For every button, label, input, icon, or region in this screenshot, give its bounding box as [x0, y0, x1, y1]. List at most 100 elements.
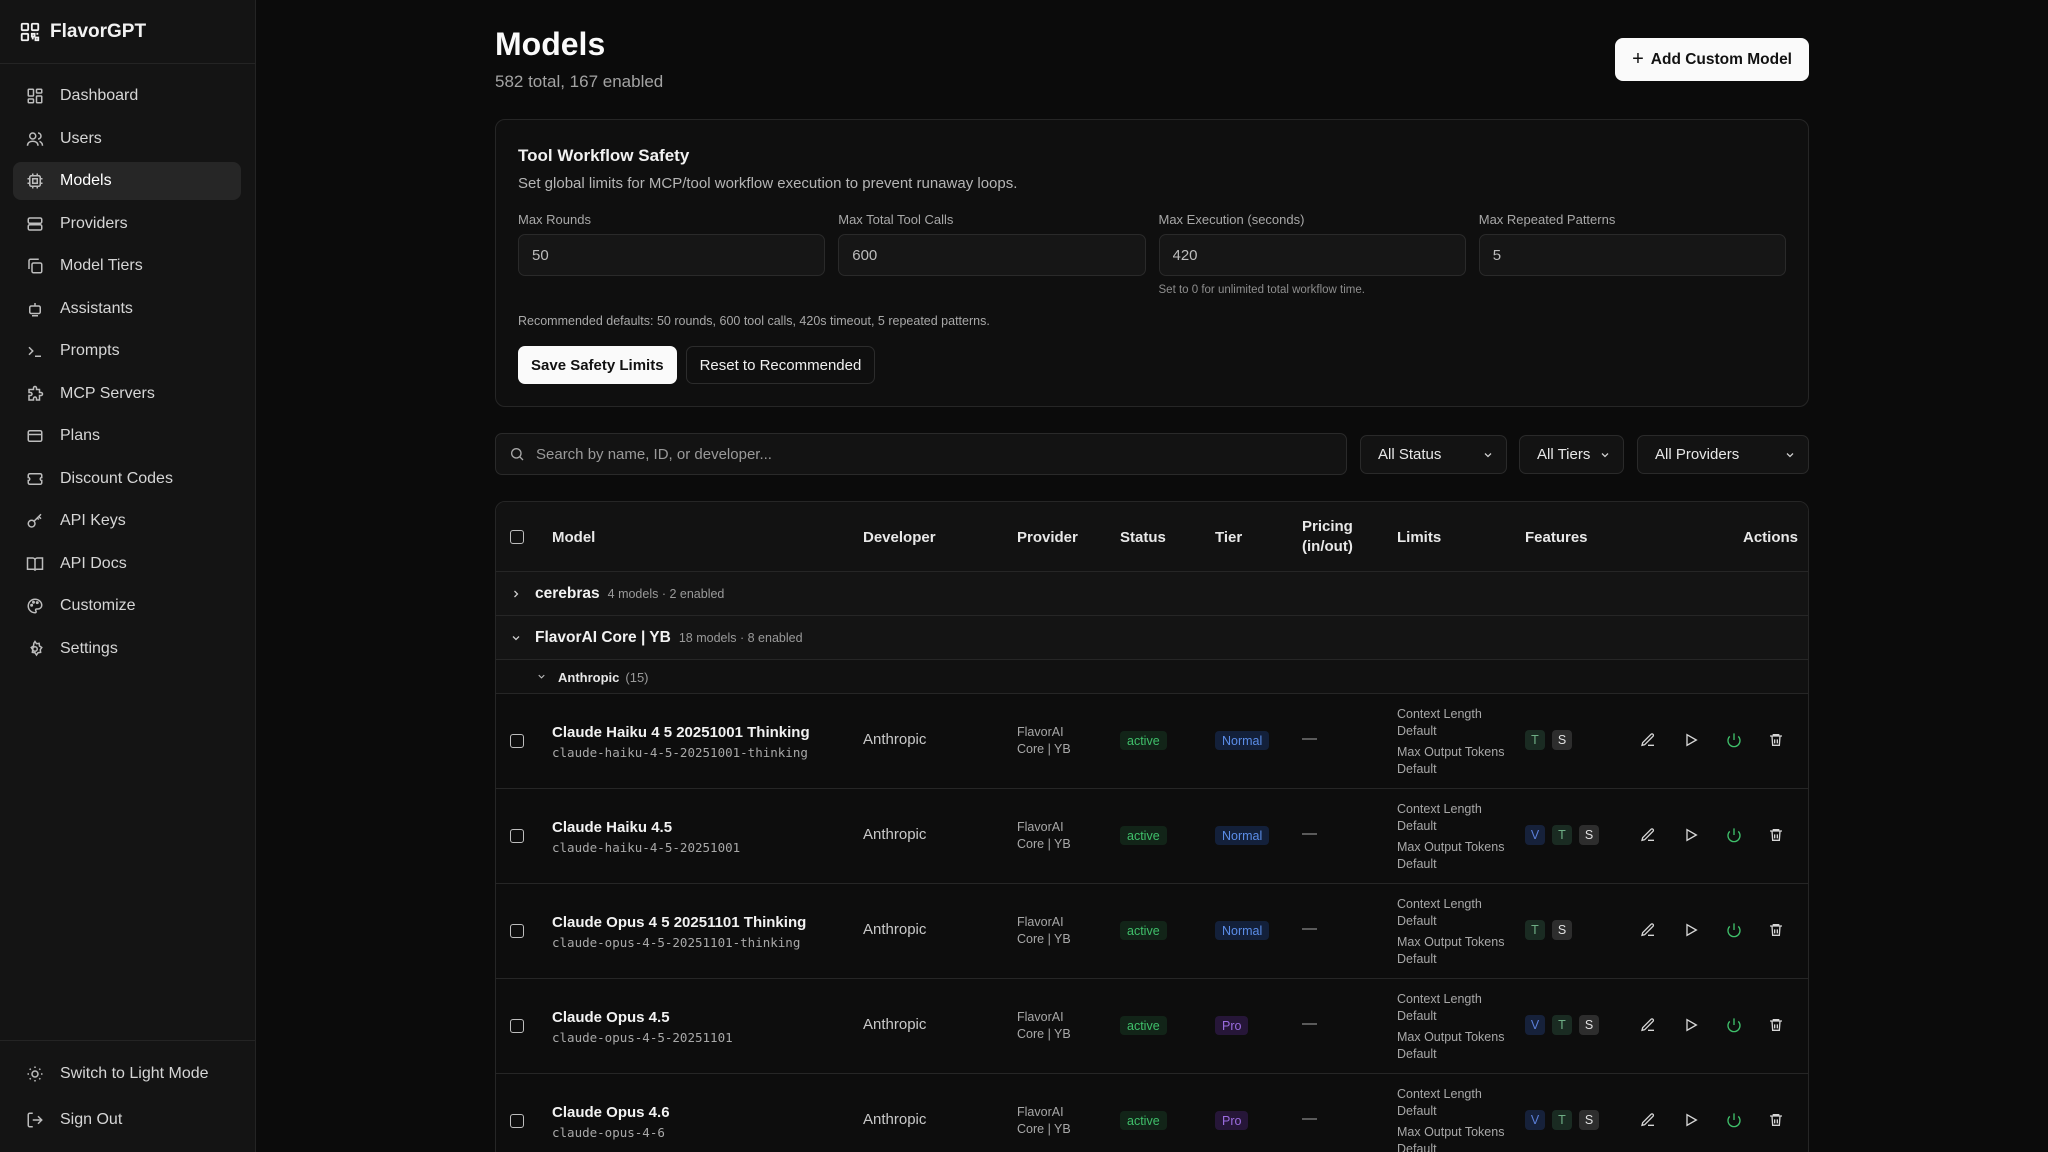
col-pricing[interactable]: Pricing (in/out): [1302, 502, 1372, 572]
play-icon[interactable]: [1683, 1017, 1699, 1033]
max-execution-hint: Set to 0 for unlimited total workflow ti…: [1158, 284, 1365, 296]
chevron-down-icon: [1601, 452, 1609, 457]
sidebar-item-assistants[interactable]: Assistants: [13, 290, 241, 328]
model-pricing: —: [1302, 730, 1317, 747]
model-id: claude-haiku-4-5-20251001-thinking: [552, 745, 808, 760]
max-output-limit: Max Output Tokens Default: [1397, 1030, 1505, 1061]
safety-title: Tool Workflow Safety: [518, 146, 690, 165]
max-repeated-input[interactable]: [1478, 234, 1786, 276]
power-icon[interactable]: [1726, 827, 1742, 843]
reset-recommended-button[interactable]: Reset to Recommended: [685, 346, 876, 384]
row-checkbox[interactable]: [510, 1019, 524, 1033]
feature-badge: V: [1525, 1015, 1545, 1035]
feature-badge: V: [1525, 825, 1545, 845]
sidebar-item-label: Assistants: [60, 299, 133, 317]
select-all-checkbox[interactable]: [510, 530, 524, 544]
save-safety-limits-button[interactable]: Save Safety Limits: [518, 346, 677, 384]
sidebar-item-dashboard[interactable]: Dashboard: [13, 77, 241, 115]
table-row[interactable]: Claude Opus 4 5 20251101 Thinking claude…: [496, 884, 1808, 979]
model-limits: Context Length Default Max Output Tokens…: [1397, 801, 1507, 873]
recommended-defaults-text: Recommended defaults: 50 rounds, 600 too…: [518, 314, 990, 328]
layers-icon: [28, 258, 43, 274]
sidebar-item-label: Users: [60, 129, 102, 147]
col-model[interactable]: Model: [552, 502, 595, 572]
trash-icon[interactable]: [1768, 922, 1784, 938]
play-icon[interactable]: [1683, 1112, 1699, 1128]
edit-icon[interactable]: [1640, 922, 1656, 938]
trash-icon[interactable]: [1768, 1112, 1784, 1128]
power-icon[interactable]: [1726, 1017, 1742, 1033]
provider-filter-select[interactable]: All Providers: [1637, 435, 1809, 474]
sidebar-item-mcp-servers[interactable]: MCP Servers: [13, 375, 241, 413]
context-length-limit: Context Length Default: [1397, 802, 1482, 833]
col-status[interactable]: Status: [1120, 502, 1166, 572]
sidebar-item-customize[interactable]: Customize: [13, 587, 241, 625]
group-row-flavorai-core[interactable]: FlavorAI Core | YB 18 models · 8 enabled: [496, 616, 1808, 660]
max-rounds-input[interactable]: [518, 234, 826, 276]
table-row[interactable]: Claude Opus 4.5 claude-opus-4-5-20251101…: [496, 979, 1808, 1074]
subgroup-row-anthropic[interactable]: Anthropic (15): [496, 660, 1808, 694]
model-developer: Anthropic: [863, 1111, 927, 1128]
max-tool-calls-field-group: Max Total Tool Calls: [838, 212, 1146, 296]
trash-icon[interactable]: [1768, 732, 1784, 748]
play-icon[interactable]: [1683, 922, 1699, 938]
row-checkbox[interactable]: [510, 924, 524, 938]
theme-toggle-button[interactable]: Switch to Light Mode: [13, 1055, 241, 1093]
trash-icon[interactable]: [1768, 827, 1784, 843]
sidebar-item-prompts[interactable]: Prompts: [13, 332, 241, 370]
sidebar-item-providers[interactable]: Providers: [13, 205, 241, 243]
play-icon[interactable]: [1683, 732, 1699, 748]
row-checkbox[interactable]: [510, 829, 524, 843]
edit-icon[interactable]: [1640, 732, 1656, 748]
brand[interactable]: FlavorGPT: [0, 0, 255, 64]
sidebar-item-users[interactable]: Users: [13, 120, 241, 158]
row-select-cell: [510, 924, 524, 938]
col-provider[interactable]: Provider: [1017, 502, 1078, 572]
add-custom-model-button[interactable]: + Add Custom Model: [1615, 38, 1809, 81]
sidebar-item-discount-codes[interactable]: Discount Codes: [13, 460, 241, 498]
sidebar-item-model-tiers[interactable]: Model Tiers: [13, 247, 241, 285]
max-tool-calls-input[interactable]: [838, 234, 1146, 276]
edit-icon[interactable]: [1640, 827, 1656, 843]
status-filter-select[interactable]: All Status: [1360, 435, 1507, 474]
sidebar-item-api-docs[interactable]: API Docs: [13, 545, 241, 583]
power-icon[interactable]: [1726, 732, 1742, 748]
row-checkbox[interactable]: [510, 1114, 524, 1128]
tier-filter-select[interactable]: All Tiers: [1519, 435, 1624, 474]
group-row-cerebras[interactable]: cerebras 4 models · 2 enabled: [496, 572, 1808, 616]
max-execution-input[interactable]: [1158, 234, 1466, 276]
row-select-cell: [510, 734, 524, 748]
table-row[interactable]: Claude Opus 4.6 claude-opus-4-6 Anthropi…: [496, 1074, 1808, 1152]
edit-icon[interactable]: [1640, 1017, 1656, 1033]
trash-icon[interactable]: [1768, 1017, 1784, 1033]
tool-workflow-safety-card: Tool Workflow Safety Set global limits f…: [495, 119, 1809, 407]
sidebar-item-settings[interactable]: Settings: [13, 630, 241, 668]
safety-description: Set global limits for MCP/tool workflow …: [518, 175, 1018, 192]
edit-icon[interactable]: [1640, 1112, 1656, 1128]
feature-badge: T: [1525, 920, 1545, 940]
row-checkbox[interactable]: [510, 734, 524, 748]
sidebar-item-plans[interactable]: Plans: [13, 417, 241, 455]
sidebar-item-models[interactable]: Models: [13, 162, 241, 200]
play-icon[interactable]: [1683, 827, 1699, 843]
power-icon[interactable]: [1726, 1112, 1742, 1128]
search-input[interactable]: [536, 445, 1346, 463]
power-icon[interactable]: [1726, 922, 1742, 938]
col-developer[interactable]: Developer: [863, 502, 936, 572]
col-tier[interactable]: Tier: [1215, 502, 1242, 572]
model-provider: FlavorAI Core | YB: [1017, 725, 1071, 756]
table-row[interactable]: Claude Haiku 4.5 claude-haiku-4-5-202510…: [496, 789, 1808, 884]
sign-out-label: Sign Out: [60, 1111, 123, 1128]
group-name: FlavorAI Core | YB 18 models · 8 enabled: [535, 629, 803, 647]
table-row[interactable]: Claude Haiku 4 5 20251001 Thinking claud…: [496, 694, 1808, 789]
col-actions: Actions: [1743, 528, 1799, 546]
sidebar-item-label: MCP Servers: [60, 384, 155, 402]
status-badge: active: [1120, 826, 1167, 845]
sidebar-item-api-keys[interactable]: API Keys: [13, 502, 241, 540]
search-box[interactable]: [495, 433, 1347, 475]
chevron-down-icon: [538, 674, 545, 679]
sign-out-button[interactable]: Sign Out: [13, 1101, 241, 1139]
terminal-icon: [28, 346, 41, 357]
status-badge: active: [1120, 1016, 1167, 1035]
model-pricing: —: [1302, 1015, 1317, 1032]
